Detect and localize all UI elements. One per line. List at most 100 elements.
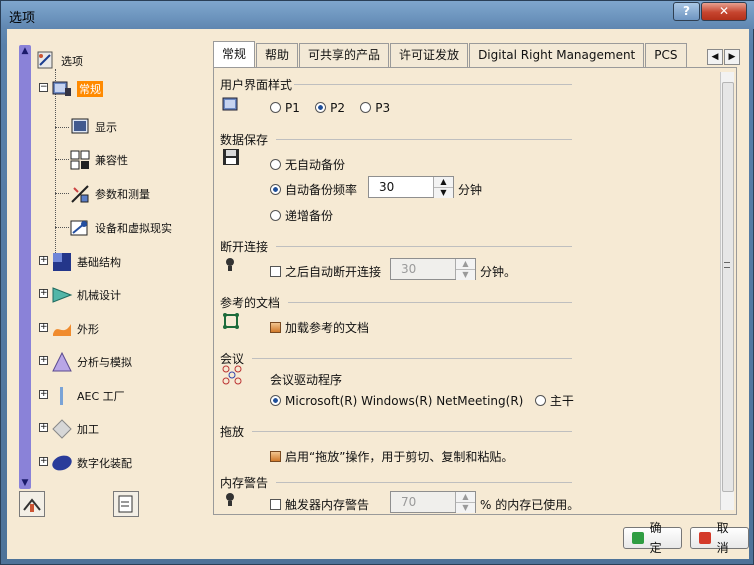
disconnect-stepper[interactable]: 30 ▲ ▼	[390, 258, 476, 280]
tree-item-label: 显示	[95, 121, 117, 134]
section-divider	[252, 358, 572, 359]
stepper-down[interactable]: ▼	[456, 502, 475, 513]
ui-style-p3[interactable]: P3	[360, 101, 390, 115]
tree-item-aec[interactable]: AEC 工厂	[51, 384, 125, 408]
tree-item-display[interactable]: 显示	[69, 115, 117, 139]
tree-line	[55, 159, 69, 160]
tab-shareable-products[interactable]: 可共享的产品	[299, 43, 390, 67]
tab-drm[interactable]: Digital Right Management	[469, 43, 645, 67]
no-auto-backup[interactable]: 无自动备份	[270, 156, 345, 173]
tree-item-label: 常规	[77, 81, 103, 97]
memory-threshold-unit: % 的内存已使用。	[480, 498, 580, 512]
section-divider	[276, 482, 572, 483]
stepper-up[interactable]: ▲	[456, 259, 475, 269]
backbone-option[interactable]: 主干	[534, 394, 574, 408]
tree-scroll-down[interactable]: ▼	[19, 477, 31, 489]
tree-item-label: 设备和虚拟现实	[95, 222, 172, 235]
tree-item-analysis[interactable]: 分析与模拟	[51, 350, 132, 374]
memory-bulb-icon	[222, 491, 240, 509]
tree-item-shape[interactable]: 外形	[51, 317, 99, 341]
ref-docs-icon	[222, 312, 240, 330]
tree-expander[interactable]: −	[39, 83, 48, 92]
analysis-icon	[51, 351, 73, 373]
general-panel: 用户界面样式 P1 P2 P3 数据保存 无自动备份 自动备份频率 30 ▲ ▼…	[213, 67, 737, 515]
stepper-up[interactable]: ▲	[434, 177, 453, 187]
tree-item-general[interactable]: 常规	[51, 77, 103, 101]
tree-line	[55, 193, 69, 194]
tree-item-label: 兼容性	[95, 154, 128, 167]
mechanical-icon	[51, 284, 73, 306]
tab-scroll: ◀ ▶	[707, 49, 740, 65]
infrastructure-icon	[51, 251, 73, 273]
ui-style-p2[interactable]: P2	[315, 101, 345, 115]
devices-icon	[69, 217, 91, 239]
tree-up-button[interactable]	[19, 491, 45, 517]
tree-item-infra[interactable]: 基础结构	[51, 250, 121, 274]
stepper-down[interactable]: ▼	[434, 187, 453, 198]
tree-reset-icon	[118, 495, 133, 513]
stepper-up[interactable]: ▲	[456, 492, 475, 502]
disconnect-unit: 分钟。	[480, 265, 517, 279]
shape-icon	[51, 318, 73, 340]
tree-item-machining[interactable]: 加工	[51, 417, 99, 441]
floppy-icon	[222, 148, 240, 166]
options-window: 选项 ? ✕ ▲ ▼ 选项 − 常规 显示 兼容性 参数和测量 设备和虚拟现实 …	[0, 0, 754, 565]
help-button[interactable]: ?	[673, 2, 700, 21]
display-icon	[69, 116, 91, 138]
cancel-icon	[699, 532, 711, 544]
tab-pcs[interactable]: PCS	[645, 43, 687, 67]
bulb-icon	[222, 256, 240, 274]
auto-backup-frequency[interactable]: 自动备份频率	[270, 181, 357, 198]
drag-drop-title: 拖放	[220, 425, 245, 439]
tree-scrollbar[interactable]: ▲ ▼	[19, 45, 31, 489]
general-icon	[51, 78, 73, 100]
tab-scroll-left[interactable]: ◀	[707, 49, 723, 65]
aec-plant-icon	[51, 385, 73, 407]
auto-disconnect-checkbox[interactable]: 之后自动断开连接	[270, 263, 381, 280]
netmeeting-option[interactable]: Microsoft(R) Windows(R) NetMeeting(R)	[270, 394, 523, 408]
panel-scroll-thumb[interactable]	[722, 82, 734, 492]
disconnect-value[interactable]: 30	[391, 262, 455, 276]
tree-expander[interactable]: +	[39, 256, 48, 265]
tree-expander[interactable]: +	[39, 390, 48, 399]
dialog-client: ▲ ▼ 选项 − 常规 显示 兼容性 参数和测量 设备和虚拟现实 + 基础结构 …	[7, 29, 749, 559]
tree-item-mech[interactable]: 机械设计	[51, 283, 121, 307]
load-ref-docs-checkbox[interactable]: 加载参考的文档	[270, 319, 369, 336]
tree-root-label: 选项	[61, 55, 83, 68]
tree-item-dmu[interactable]: 数字化装配	[51, 451, 132, 475]
digital-assembly-icon	[51, 452, 73, 474]
tab-general[interactable]: 常规	[213, 41, 256, 67]
tree-expander[interactable]: +	[39, 356, 48, 365]
dialog-buttons: 确定 取消	[623, 521, 749, 555]
tree-reset-button[interactable]	[113, 491, 139, 517]
tab-help[interactable]: 帮助	[256, 43, 299, 67]
tree-expander[interactable]: +	[39, 289, 48, 298]
ui-style-p1[interactable]: P1	[270, 101, 300, 115]
close-button[interactable]: ✕	[701, 2, 747, 21]
memory-threshold-value[interactable]: 70	[391, 495, 455, 509]
backup-frequency-value[interactable]: 30	[369, 180, 433, 194]
cancel-button[interactable]: 取消	[690, 521, 749, 555]
drag-drop-checkbox[interactable]: 启用“拖放”操作，用于剪切、复制和粘贴。	[270, 448, 513, 465]
tree-item-compat[interactable]: 兼容性	[69, 148, 128, 172]
tab-licensing[interactable]: 许可证发放	[390, 43, 469, 67]
tree-item-devices[interactable]: 设备和虚拟现实	[69, 216, 172, 240]
tree-root[interactable]: 选项	[35, 49, 83, 73]
stepper-down[interactable]: ▼	[456, 269, 475, 280]
data-save-title: 数据保存	[220, 133, 269, 147]
tree-up-icon	[23, 498, 41, 512]
tree-expander[interactable]: +	[39, 423, 48, 432]
tree-item-params[interactable]: 参数和测量	[69, 182, 150, 206]
tree-expander[interactable]: +	[39, 323, 48, 332]
meeting-driver-label: 会议驱动程序	[270, 373, 343, 387]
memory-warning-checkbox[interactable]: 触发器内存警告	[270, 496, 369, 513]
tree-scroll-up[interactable]: ▲	[19, 45, 31, 57]
ok-button[interactable]: 确定	[623, 521, 682, 555]
incremental-backup[interactable]: 递增备份	[270, 207, 333, 224]
backup-frequency-stepper[interactable]: 30 ▲ ▼	[368, 176, 454, 198]
memory-threshold-stepper[interactable]: 70 ▲ ▼	[390, 491, 476, 513]
tree-expander[interactable]: +	[39, 457, 48, 466]
tab-scroll-right[interactable]: ▶	[724, 49, 740, 65]
options-tree: ▲ ▼ 选项 − 常规 显示 兼容性 参数和测量 设备和虚拟现实 + 基础结构 …	[11, 35, 209, 489]
panel-scrollbar[interactable]	[720, 72, 734, 510]
